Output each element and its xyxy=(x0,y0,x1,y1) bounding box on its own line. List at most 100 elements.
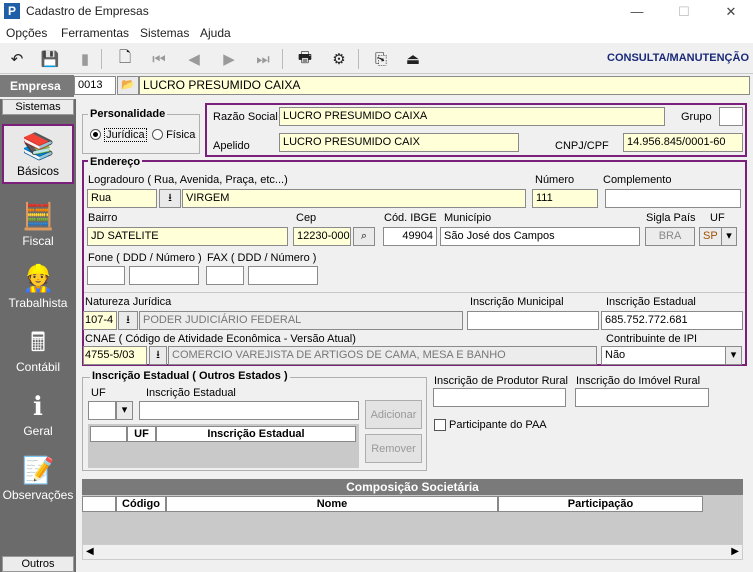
grid-row-indicator xyxy=(90,426,127,442)
outros-estados-title: Inscrição Estadual ( Outros Estados ) xyxy=(90,370,290,382)
toolbar-separator xyxy=(282,49,283,69)
produtor-rural-input[interactable] xyxy=(433,388,566,407)
cnpj-label: CNPJ/CPF xyxy=(555,140,609,152)
bairro-input[interactable]: JD SATELITE xyxy=(87,227,288,246)
sidebar-item-label: Geral xyxy=(23,424,53,438)
tipo-logradouro-input[interactable]: Rua xyxy=(87,189,157,208)
exit-icon[interactable]: ⏏ xyxy=(402,48,424,70)
adicionar-button[interactable]: Adicionar xyxy=(365,400,422,429)
sidebar-item-geral[interactable]: ℹ Geral xyxy=(2,386,74,446)
chevron-down-icon[interactable]: ▾ xyxy=(721,227,737,246)
download-icon[interactable]: ⭳ xyxy=(159,189,181,208)
chevron-down-icon[interactable]: ▾ xyxy=(116,401,133,420)
first-record-icon[interactable]: ⏮ xyxy=(148,48,170,70)
complemento-input[interactable] xyxy=(605,189,741,208)
ipi-label: Contribuinte de IPI xyxy=(606,333,698,345)
col-codigo-header[interactable]: Código xyxy=(116,496,166,512)
download-icon[interactable]: ⭳ xyxy=(118,311,138,330)
empresa-name-input[interactable]: LUCRO PRESUMIDO CAIXA xyxy=(139,76,750,95)
sidebar-item-label: Contábil xyxy=(15,360,61,374)
apelido-label: Apelido xyxy=(213,140,250,152)
radio-fisica[interactable]: Física xyxy=(152,127,195,141)
numero-input[interactable]: 111 xyxy=(532,189,598,208)
cod-ibge-input[interactable]: 49904 xyxy=(383,227,437,246)
radio-fisica-button[interactable] xyxy=(152,129,163,140)
menu-ferramentas[interactable]: Ferramentas xyxy=(61,26,129,40)
horizontal-scrollbar[interactable]: ◀ ▶ xyxy=(82,544,743,560)
outros-uf-select[interactable] xyxy=(88,401,116,420)
municipio-label: Município xyxy=(444,212,492,224)
minimize-button[interactable]: — xyxy=(615,2,659,22)
paa-checkbox[interactable] xyxy=(434,419,446,431)
insc-municipal-input[interactable] xyxy=(467,311,599,330)
mode-label: CONSULTA/MANUTENÇÃO xyxy=(607,52,749,64)
imovel-rural-input[interactable] xyxy=(575,388,709,407)
sidebar-item-basicos[interactable]: 📚 Básicos xyxy=(2,124,74,184)
razao-social-input[interactable]: LUCRO PRESUMIDO CAIXA xyxy=(279,107,665,126)
last-record-icon[interactable]: ⏭ xyxy=(252,48,274,70)
col-insc-header[interactable]: Inscrição Estadual xyxy=(156,426,356,442)
export-icon[interactable]: ⎘ xyxy=(370,48,392,70)
ipi-select[interactable]: Não xyxy=(601,346,727,365)
cep-input[interactable]: 12230-000 xyxy=(293,227,351,246)
title-bar: P Cadastro de Empresas — ☐ ✕ xyxy=(0,0,753,23)
chevron-down-icon[interactable]: ▾ xyxy=(725,346,742,365)
sigla-pais-input[interactable]: BRA xyxy=(645,227,695,246)
sidebar-item-label: Fiscal xyxy=(22,234,54,248)
bairro-label: Bairro xyxy=(88,212,118,224)
sidebar-item-label: Básicos xyxy=(16,164,60,178)
col-participacao-header[interactable]: Participação xyxy=(498,496,703,512)
print-setup-icon[interactable]: ⚙ xyxy=(328,48,350,70)
preview-icon[interactable]: 🗋 xyxy=(114,48,136,70)
toolbar-separator xyxy=(101,49,102,69)
sidebar-footer[interactable]: Outros xyxy=(2,556,74,572)
menu-sistemas[interactable]: Sistemas xyxy=(140,26,189,40)
natureza-desc-input: PODER JUDICIÁRIO FEDERAL xyxy=(139,311,463,330)
sidebar-item-observacoes[interactable]: 📝 Observações xyxy=(2,450,74,510)
fone-numero-input[interactable] xyxy=(129,266,199,285)
menu-ajuda[interactable]: Ajuda xyxy=(200,26,231,40)
scroll-left-icon[interactable]: ◀ xyxy=(86,546,94,557)
insc-estadual-label: Inscrição Estadual xyxy=(606,296,696,308)
maximize-button[interactable]: ☐ xyxy=(662,2,706,22)
next-record-icon[interactable]: ▶ xyxy=(218,48,240,70)
save-icon[interactable]: 💾 xyxy=(39,48,61,70)
radio-juridica-label: Jurídica xyxy=(104,128,147,142)
sidebar-item-contabil[interactable]: 🖩 Contábil xyxy=(2,322,74,382)
toolbar-separator xyxy=(358,49,359,69)
personalidade-title: Personalidade xyxy=(88,108,168,120)
previous-record-icon[interactable]: ◀ xyxy=(183,48,205,70)
outros-insc-input[interactable] xyxy=(139,401,359,420)
sidebar-item-trabalhista[interactable]: 👷 Trabalhista xyxy=(2,258,74,318)
remover-button[interactable]: Remover xyxy=(365,434,422,463)
apelido-input[interactable]: LUCRO PRESUMIDO CAIX xyxy=(279,133,519,152)
grupo-input[interactable] xyxy=(719,107,743,126)
cnae-code-input[interactable]: 4755-5/03 xyxy=(83,346,147,365)
print-icon[interactable]: 🖶 xyxy=(294,48,316,70)
insc-estadual-input[interactable]: 685.752.772.681 xyxy=(601,311,743,330)
notes-icon: 📝 xyxy=(22,455,55,485)
menu-opcoes[interactable]: Opções xyxy=(6,26,47,40)
uf-select[interactable]: SP xyxy=(699,227,723,246)
fax-ddd-input[interactable] xyxy=(206,266,244,285)
natureza-code-input[interactable]: 107-4 xyxy=(83,311,117,330)
radio-juridica-button[interactable] xyxy=(90,129,101,140)
delete-icon[interactable]: ▮ xyxy=(74,48,96,70)
fax-numero-input[interactable] xyxy=(248,266,318,285)
logradouro-input[interactable]: VIRGEM xyxy=(182,189,526,208)
close-button[interactable]: ✕ xyxy=(709,2,753,22)
col-uf-header[interactable]: UF xyxy=(127,426,156,442)
sidebar-item-fiscal[interactable]: 🧮 Fiscal xyxy=(2,196,74,256)
binoculars-icon[interactable]: ⌕ xyxy=(353,227,375,246)
open-folder-icon[interactable]: 📂 xyxy=(117,76,139,95)
produtor-rural-label: Inscrição de Produtor Rural xyxy=(434,375,568,387)
fone-ddd-input[interactable] xyxy=(87,266,125,285)
empresa-code-input[interactable]: 0013 xyxy=(74,76,116,95)
cnpj-input[interactable]: 14.956.845/0001-60 xyxy=(623,133,743,152)
download-icon[interactable]: ⭳ xyxy=(149,346,167,365)
municipio-input[interactable]: São José dos Campos xyxy=(440,227,640,246)
undo-icon[interactable]: ↶ xyxy=(6,48,28,70)
col-nome-header[interactable]: Nome xyxy=(166,496,498,512)
radio-juridica[interactable]: Jurídica xyxy=(90,127,147,142)
scroll-right-icon[interactable]: ▶ xyxy=(731,546,739,557)
